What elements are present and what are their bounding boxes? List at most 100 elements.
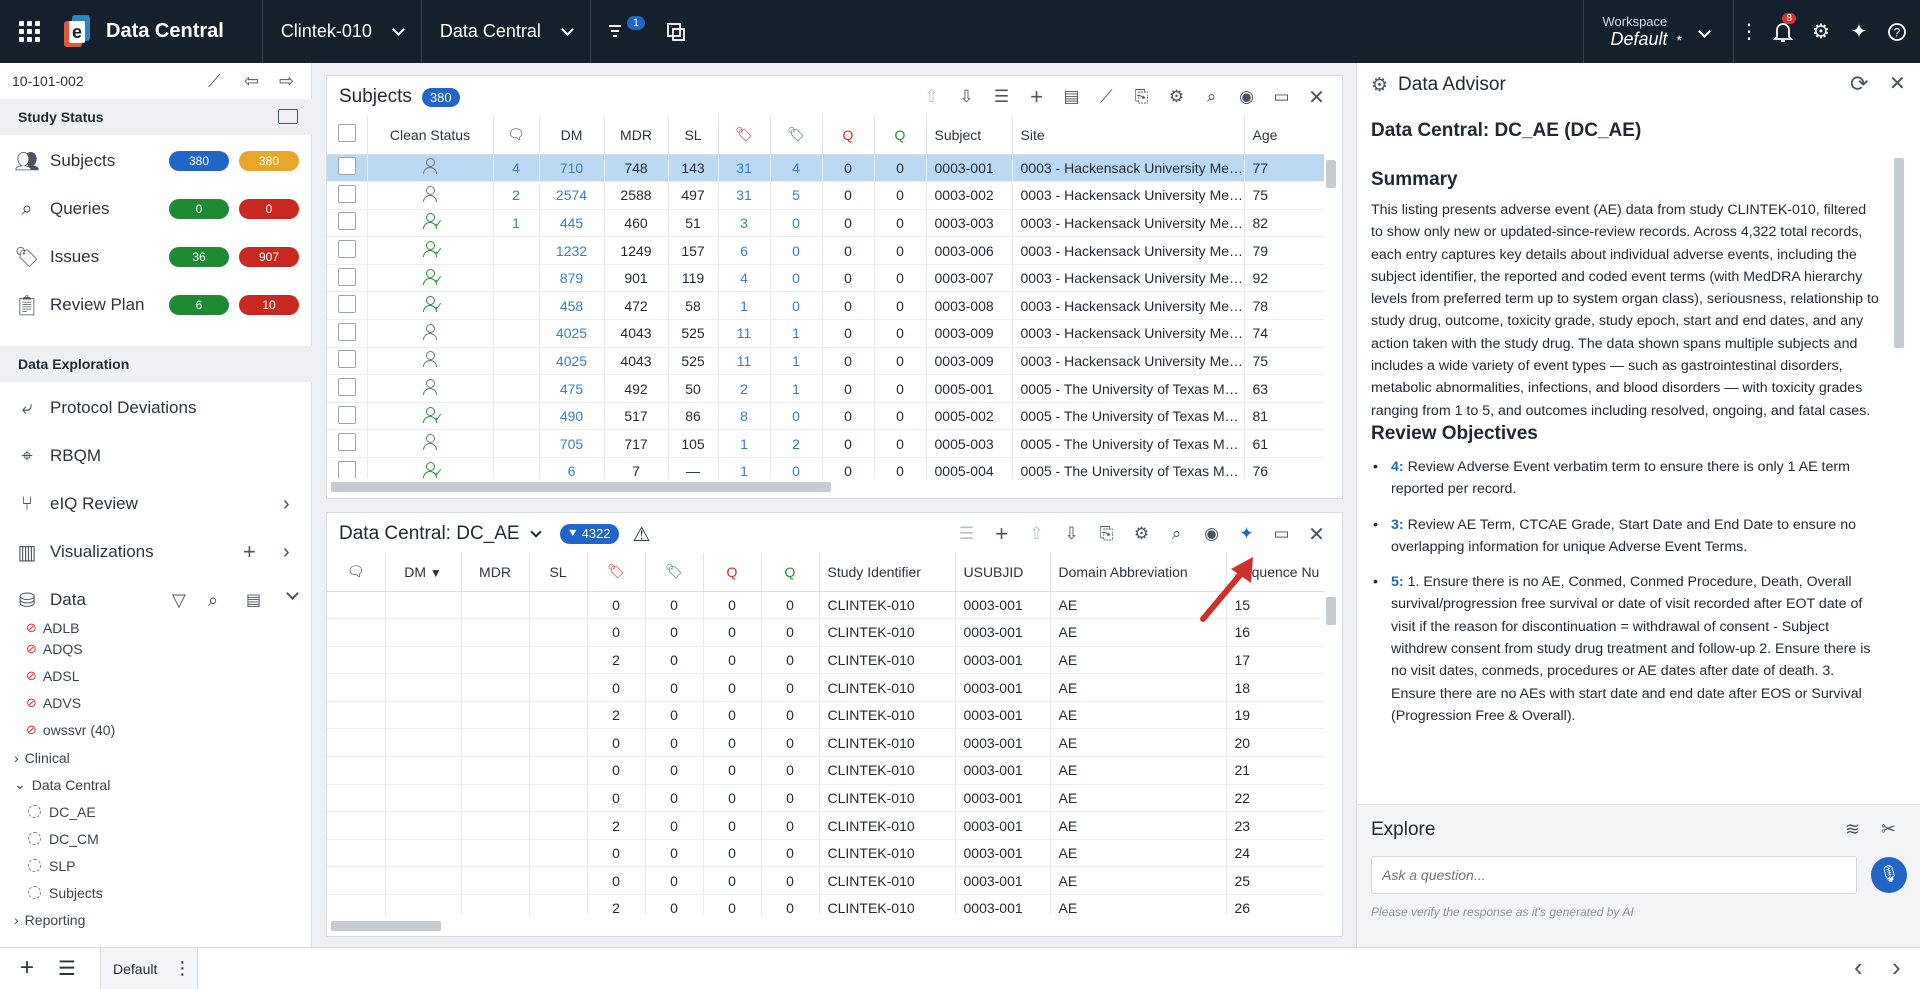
comment-cell[interactable] [327,866,386,896]
usubjid-cell[interactable]: 0003-001 [955,756,1051,785]
tag-red-cell[interactable]: 0 [587,756,646,785]
comment-cell[interactable] [327,894,386,915]
usubjid-cell[interactable]: 0003-001 [955,591,1051,620]
status-queries[interactable]: ⌕ Queries 0 0 [0,185,312,233]
subject-cell[interactable]: 0005-001 [926,374,1013,403]
tag-red-cell[interactable]: 11 [718,319,771,348]
table-row[interactable]: 2 2574 2588 497 31 5 0 0 0003-002 0003 - Hackensa… [327,181,1324,210]
close-icon[interactable]: ✕ [1889,71,1906,96]
warning-icon[interactable]: ⚠ [633,522,651,547]
copy-view-button[interactable] [659,0,693,63]
window-icon[interactable]: ▭ [1264,524,1299,544]
table-row[interactable]: ✓ 6 7—1 0 0 0 0005-004 0005 - The University of… [327,457,1324,478]
comment-cell[interactable] [493,319,540,348]
filter-button[interactable]: 1 [591,0,659,63]
col-sl[interactable]: SL [668,116,719,155]
chevron-right-icon[interactable]: › [283,493,290,516]
tag-green-cell[interactable]: 0 [645,866,704,896]
row-checkbox[interactable] [327,457,368,478]
tag-green-cell[interactable]: 0 [770,236,823,265]
tag-green-cell[interactable]: 0 [645,646,704,675]
ai-sparkle-icon[interactable]: ✦ [1840,0,1878,63]
subject-cell[interactable]: 0003-009 [926,319,1013,348]
comment-cell[interactable]: 2 [493,181,540,210]
subject-cell[interactable]: 0003-001 [926,154,1013,183]
status-review-plan[interactable]: 📋︎ Review Plan 6 10 [0,281,312,329]
chevron-right-icon[interactable]: › [283,541,290,564]
col-site[interactable]: Site [1012,116,1245,155]
tag-green-cell[interactable]: 2 [770,429,823,459]
chevron-down-icon[interactable] [286,587,299,600]
col-query-red[interactable]: Q [703,553,762,592]
dm-cell[interactable]: 4025 [539,347,605,376]
tag-red-cell[interactable]: 11 [718,347,771,376]
comment-cell[interactable] [493,457,540,478]
dm-cell[interactable]: 490 [539,402,605,431]
upload-icon[interactable]: ⇧ [914,87,949,107]
tag-green-cell[interactable]: 1 [770,319,823,348]
tag-red-cell[interactable]: 1 [718,457,771,478]
subject-cell[interactable]: 0003-006 [926,236,1013,265]
table-row[interactable]: 2 0 0 0 CLINTEK-010 0003-001 AE 17 [327,646,1324,675]
status-issues[interactable]: 🏷︎ Issues 36 907 [0,233,312,281]
row-checkbox[interactable] [327,347,368,376]
row-checkbox[interactable] [327,374,368,403]
add-icon[interactable]: + [984,521,1019,547]
comment-cell[interactable] [493,347,540,376]
dm-cell[interactable]: 705 [539,429,605,459]
tag-green-cell[interactable]: 0 [645,591,704,620]
tag-green-cell[interactable]: 0 [770,209,823,238]
table-row[interactable]: 0 0 0 0 CLINTEK-010 0003-001 AE 21 [327,756,1324,785]
table-row[interactable]: ✓ 1232 1249 157 6 0 0 0 0003-006 0003 - Hackensac… [327,236,1324,265]
table-row[interactable]: 4 710 748 143 31 4 0 0 0003-001 0003 - Hackensack… [327,154,1324,183]
tag-green-cell[interactable]: 0 [645,618,704,647]
col-mdr[interactable]: MDR [461,553,530,592]
add-icon[interactable]: + [1019,84,1054,110]
comment-cell[interactable] [493,264,540,293]
dm-cell[interactable] [385,784,462,813]
dm-cell[interactable] [385,701,462,730]
microphone-button[interactable]: 🎙︎ [1871,857,1907,893]
tree-item-subjects[interactable]: Subjects [0,879,312,906]
vertical-scrollbar[interactable] [1894,158,1904,348]
col-mdr[interactable]: MDR [604,116,669,155]
comment-cell[interactable] [327,591,386,620]
comment-cell[interactable] [493,374,540,403]
col-comment[interactable]: 🗨︎ [327,553,386,592]
tag-green-cell[interactable]: 1 [770,347,823,376]
subject-cell[interactable]: 0003-003 [926,209,1013,238]
download-icon[interactable]: ⇩ [949,87,984,107]
tree-item-slp[interactable]: SLP [0,852,312,879]
gear-icon[interactable]: ⚙ [1802,0,1840,63]
dm-cell[interactable]: 445 [539,209,605,238]
usubjid-cell[interactable]: 0003-001 [955,728,1051,758]
tag-green-cell[interactable]: 0 [645,839,704,868]
tag-red-cell[interactable]: 2 [718,374,771,403]
row-checkbox[interactable] [327,154,368,183]
horizontal-scrollbar[interactable] [331,482,831,492]
col-dm[interactable]: DM [539,116,605,155]
dm-cell[interactable] [385,839,462,868]
tag-red-cell[interactable]: 31 [718,154,771,183]
refresh-icon[interactable]: ⟳ [1850,71,1868,97]
export-icon[interactable]: ⎘ [1089,524,1124,544]
tag-red-cell[interactable]: 0 [587,866,646,896]
more-vertical-icon[interactable]: ⋮ [1734,0,1764,63]
close-icon[interactable]: ✕ [1299,522,1334,547]
dm-cell[interactable] [385,646,462,675]
data-advisor-icon[interactable]: ✦ [1229,524,1264,544]
search-icon[interactable]: ⌕ [1194,87,1229,107]
select-all-checkbox[interactable] [327,116,368,155]
dm-cell[interactable] [385,591,462,620]
comment-cell[interactable] [327,784,386,813]
col-clean-status[interactable]: Clean Status [367,116,494,155]
download-icon[interactable]: ⇩ [1054,524,1089,544]
trend-icon[interactable]: ⟋ [208,71,221,92]
table-row[interactable]: 2 0 0 0 CLINTEK-010 0003-001 AE 19 [327,701,1324,730]
comment-cell[interactable] [493,236,540,265]
add-tab-icon[interactable]: + [20,954,34,982]
tag-red-cell[interactable]: 0 [587,591,646,620]
comment-cell[interactable] [493,291,540,321]
usubjid-cell[interactable]: 0003-001 [955,673,1051,702]
row-checkbox[interactable] [327,319,368,348]
